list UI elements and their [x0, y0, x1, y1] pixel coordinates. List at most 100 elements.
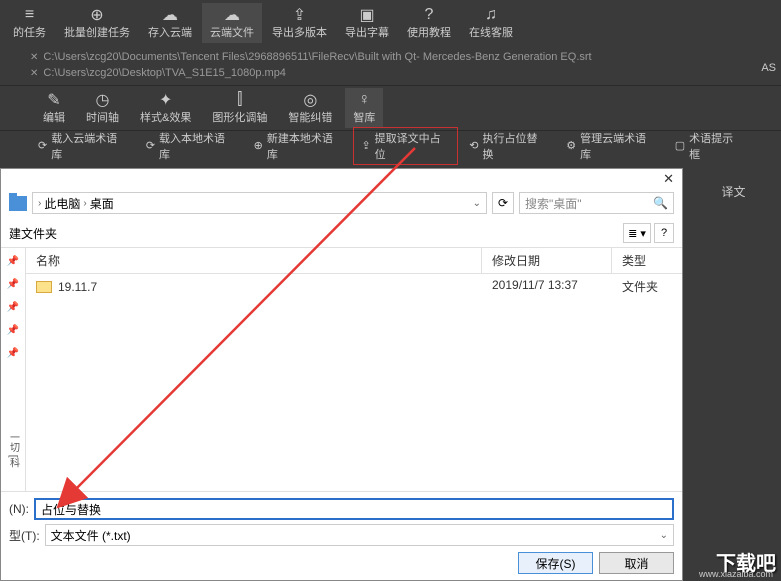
export-subtitle-button[interactable]: ▣导出字幕: [337, 3, 397, 43]
cloud-files-button[interactable]: ☁云端文件: [202, 3, 262, 43]
dialog-sidebar: 📌 📌 📌 📌 📌 一切 [科: [1, 248, 26, 491]
visual-adjust-label: 图形化调轴: [212, 109, 267, 125]
manage-cloud-label: 管理云端术语库: [580, 130, 656, 162]
new-local-label: 新建本地术语库: [267, 130, 343, 162]
help-button[interactable]: ?: [654, 223, 674, 243]
filetype-label: 型(T):: [9, 527, 40, 544]
close-icon[interactable]: ✕: [30, 52, 38, 63]
breadcrumb-desktop[interactable]: 桌面: [90, 195, 114, 212]
style-fx-label: 样式&效果: [140, 109, 191, 125]
refresh-button[interactable]: ⟳: [492, 192, 514, 214]
visual-adjust-button[interactable]: ⫿图形化调轴: [204, 88, 275, 128]
new-local-glossary-button[interactable]: ⊕ 新建本地术语库: [246, 127, 351, 165]
tasks-icon: ≡: [25, 6, 34, 24]
export-multi-label: 导出多版本: [272, 24, 327, 40]
column-name-header[interactable]: 名称: [26, 248, 482, 273]
file-tab-1[interactable]: ✕ C:\Users\zcg20\Documents\Tencent Files\…: [30, 49, 751, 65]
style-fx-button[interactable]: ✦样式&效果: [132, 88, 199, 128]
translate-panel-button[interactable]: 译文: [686, 168, 781, 215]
timeline-label: 时间轴: [86, 109, 119, 125]
pin-icon[interactable]: 📌: [7, 302, 19, 313]
pin-icon[interactable]: 📌: [7, 256, 19, 267]
cloud-down-icon: ☁: [224, 6, 240, 24]
clock-icon: ◷: [96, 91, 110, 109]
pin-icon[interactable]: 📌: [7, 348, 19, 359]
timeline-button[interactable]: ◷时间轴: [78, 88, 127, 128]
brush-icon: ✦: [159, 91, 172, 109]
breadcrumb-pc[interactable]: 此电脑: [44, 195, 80, 212]
gear-icon: ⚙: [566, 139, 576, 152]
subtitle-icon: ▣: [359, 6, 374, 24]
plus-icon: ⊕: [254, 139, 263, 152]
save-cloud-button[interactable]: ☁存入云端: [140, 3, 200, 43]
tasks-button[interactable]: ≡的任务: [5, 3, 54, 43]
sidebar-quick-label: 一切 [科: [6, 432, 21, 468]
import-icon: ⟳: [146, 139, 155, 152]
extract-placeholder-button[interactable]: ⇪ 提取译文中占位: [353, 127, 458, 165]
export-icon: ⇪: [293, 6, 306, 24]
column-date-header[interactable]: 修改日期: [482, 248, 612, 273]
smart-lib-button[interactable]: ♀智库: [345, 88, 383, 128]
edit-label: 编辑: [43, 109, 65, 125]
chevron-down-icon: ⌄: [660, 530, 668, 541]
bulb-icon: ♀: [358, 91, 370, 109]
item-name: 19.11.7: [58, 280, 97, 294]
glossary-hint-label: 术语提示框: [689, 130, 743, 162]
chevron-right-icon: ›: [83, 198, 86, 209]
dialog-close-button[interactable]: ✕: [663, 171, 674, 187]
cancel-button[interactable]: 取消: [599, 552, 674, 574]
help-icon: ?: [425, 6, 434, 24]
file-list: 名称 修改日期 类型 19.11.7 2019/11/7 13:37 文件夹: [26, 248, 682, 491]
view-mode-button[interactable]: ≣ ▾: [623, 223, 651, 243]
file-tabs: ✕ C:\Users\zcg20\Documents\Tencent Files\…: [0, 45, 781, 85]
file-tab-1-label: C:\Users\zcg20\Documents\Tencent Files\2…: [43, 51, 591, 63]
filetype-select[interactable]: 文本文件 (*.txt) ⌄: [45, 524, 674, 546]
pin-icon[interactable]: 📌: [7, 279, 19, 290]
chevron-down-icon[interactable]: ⌄: [473, 198, 481, 209]
save-cloud-label: 存入云端: [148, 24, 192, 40]
load-cloud-label: 载入云端术语库: [51, 130, 127, 162]
chart-icon: ⫿: [237, 91, 242, 109]
cloud-files-label: 云端文件: [210, 24, 254, 40]
search-input[interactable]: 搜索"桌面" 🔍: [519, 192, 674, 214]
smart-correct-button[interactable]: ◎智能纠错: [280, 88, 340, 128]
file-tab-2-label: C:\Users\zcg20\Desktop\TVA_S1E15_1080p.m…: [43, 67, 286, 79]
as-label: AS: [761, 62, 776, 74]
online-service-button[interactable]: ♫在线客服: [461, 3, 521, 43]
tutorial-label: 使用教程: [407, 24, 451, 40]
extract-icon: ⇪: [361, 139, 370, 152]
execute-replace-label: 执行占位替换: [482, 130, 547, 162]
cloud-up-icon: ☁: [162, 6, 178, 24]
breadcrumb[interactable]: › 此电脑 › 桌面 ⌄: [32, 192, 487, 214]
smart-lib-label: 智库: [353, 109, 375, 125]
load-cloud-glossary-button[interactable]: ⟳载入云端术语库: [30, 127, 135, 165]
execute-replace-button[interactable]: ⟲执行占位替换: [461, 127, 555, 165]
glossary-hint-button[interactable]: ▢术语提示框: [667, 127, 751, 165]
pin-icon[interactable]: 📌: [7, 325, 19, 336]
tasks-label: 的任务: [13, 24, 46, 40]
plus-icon: ⊕: [90, 6, 103, 24]
export-multi-button[interactable]: ⇪导出多版本: [264, 3, 335, 43]
new-folder-button[interactable]: 建文件夹: [9, 225, 57, 242]
extract-placeholder-label: 提取译文中占位: [375, 130, 451, 162]
list-item[interactable]: 19.11.7 2019/11/7 13:37 文件夹: [26, 274, 682, 299]
filename-label: (N):: [9, 502, 29, 516]
online-service-label: 在线客服: [469, 24, 513, 40]
filename-input[interactable]: [34, 498, 674, 520]
save-button[interactable]: 保存(S): [518, 552, 593, 574]
edit-button[interactable]: ✎编辑: [35, 88, 73, 128]
headset-icon: ♫: [485, 6, 497, 24]
watermark-url: www.xiazaiba.com: [699, 569, 773, 579]
search-placeholder: 搜索"桌面": [525, 195, 582, 212]
load-local-glossary-button[interactable]: ⟳载入本地术语库: [138, 127, 243, 165]
close-icon[interactable]: ✕: [30, 68, 38, 79]
file-tab-2[interactable]: ✕ C:\Users\zcg20\Desktop\TVA_S1E15_1080p.…: [30, 65, 751, 81]
pencil-icon: ✎: [47, 91, 60, 109]
batch-create-button[interactable]: ⊕批量创建任务: [56, 3, 138, 43]
manage-cloud-glossary-button[interactable]: ⚙ 管理云端术语库: [558, 127, 663, 165]
column-type-header[interactable]: 类型: [612, 248, 682, 273]
target-icon: ◎: [303, 91, 317, 109]
item-type: 文件夹: [612, 276, 682, 297]
tutorial-button[interactable]: ?使用教程: [399, 3, 459, 43]
filetype-value: 文本文件 (*.txt): [51, 527, 131, 544]
